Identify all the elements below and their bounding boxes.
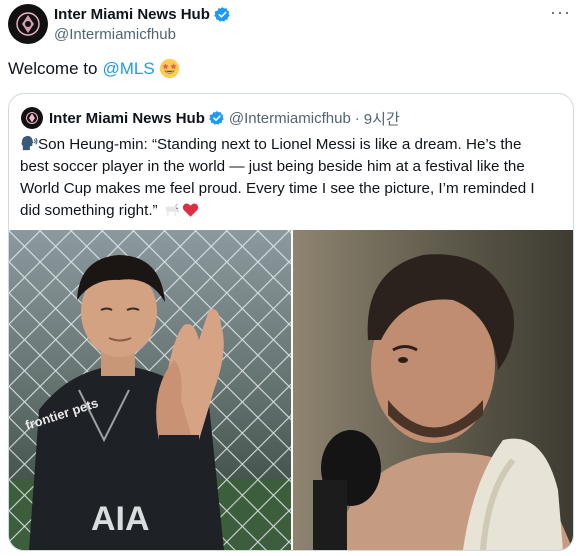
club-crest-icon bbox=[26, 112, 38, 124]
media-grid: frontier pets AIA bbox=[9, 230, 573, 550]
quoted-author-avatar[interactable] bbox=[21, 107, 43, 129]
quoted-post-text: Son Heung-min: “Standing next to Lionel … bbox=[20, 134, 560, 222]
quoted-author-name[interactable]: Inter Miami News Hub bbox=[49, 110, 205, 127]
club-crest-icon bbox=[16, 12, 40, 36]
quoted-post-time[interactable]: 9시간 bbox=[364, 108, 400, 129]
author-handle[interactable]: @Intermiamicfhub bbox=[54, 26, 231, 43]
quoted-author-handle[interactable]: @Intermiamicfhub bbox=[229, 110, 351, 127]
verified-badge-icon bbox=[214, 6, 230, 22]
messi-photo[interactable] bbox=[293, 230, 573, 550]
son-photo[interactable]: frontier pets AIA bbox=[9, 230, 291, 550]
author-avatar[interactable] bbox=[8, 4, 48, 44]
quoted-post[interactable]: Inter Miami News Hub @Intermiamicfhub · … bbox=[8, 93, 574, 551]
quoted-text-line-2: best soccer player in the world — just b… bbox=[20, 158, 525, 175]
son-photo-image: frontier pets AIA bbox=[9, 230, 291, 550]
separator-dot: · bbox=[354, 109, 360, 127]
goat-emoji-icon bbox=[165, 203, 179, 217]
quoted-text-line-3: World Cup makes me feel proud. Every tim… bbox=[20, 180, 535, 197]
post-text-prefix: Welcome to bbox=[8, 58, 98, 78]
more-options-button[interactable]: ··· bbox=[550, 2, 571, 23]
shirt-text: AIA bbox=[91, 500, 150, 538]
quoted-text-line: Son Heung-min: “Standing next to Lionel … bbox=[20, 134, 560, 156]
post-text: Welcome to @MLS bbox=[8, 58, 180, 79]
quoted-post-header: Inter Miami News Hub @Intermiamicfhub · … bbox=[21, 107, 400, 129]
speaking-head-emoji-icon bbox=[21, 135, 38, 151]
quoted-text-line: did something right.” bbox=[20, 200, 560, 222]
star-struck-emoji-icon bbox=[159, 58, 179, 79]
quoted-text-line-4: did something right.” bbox=[20, 202, 158, 219]
mls-mention-link[interactable]: @MLS bbox=[102, 59, 154, 79]
messi-photo-image bbox=[293, 230, 573, 550]
verified-badge-icon bbox=[209, 111, 224, 125]
red-heart-emoji-icon bbox=[182, 203, 198, 217]
quoted-text-line-1: Son Heung-min: “Standing next to Lionel … bbox=[38, 136, 522, 153]
author-name[interactable]: Inter Miami News Hub bbox=[54, 6, 210, 23]
post-header: Inter Miami News Hub @Intermiamicfhub ··… bbox=[8, 2, 573, 46]
